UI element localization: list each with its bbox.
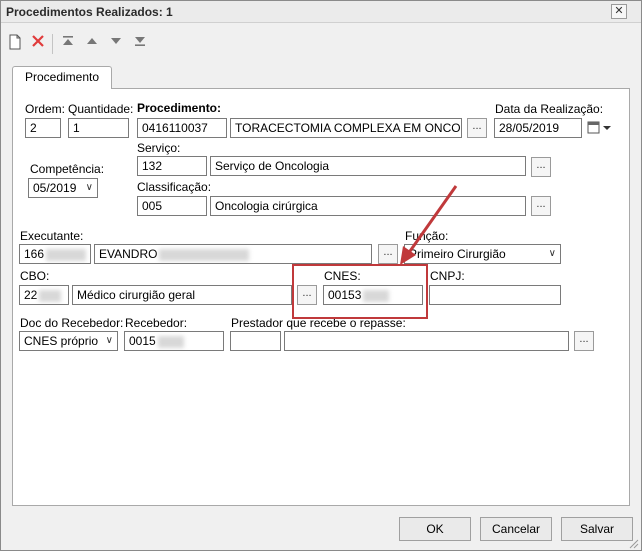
competencia-select[interactable]: 05/2019 ∨ bbox=[28, 178, 98, 198]
cbo-code-value: 22 bbox=[24, 288, 38, 302]
servico-description-field[interactable]: Serviço de Oncologia bbox=[210, 156, 526, 176]
data-realizacao-field[interactable]: 28/05/2019 bbox=[494, 118, 582, 138]
move-down-icon[interactable] bbox=[107, 34, 125, 52]
move-last-icon bbox=[135, 37, 145, 46]
move-first-icon[interactable] bbox=[59, 34, 77, 52]
cbo-code-field[interactable]: 22 bbox=[19, 285, 69, 305]
quantidade-field[interactable]: 1 bbox=[68, 118, 129, 138]
move-first-icon bbox=[63, 36, 73, 45]
ordem-field[interactable]: 2 bbox=[25, 118, 61, 138]
chevron-down-icon: ∨ bbox=[105, 335, 113, 346]
save-button[interactable]: Salvar bbox=[561, 517, 633, 541]
procedimento-description-field[interactable]: TORACECTOMIA COMPLEXA EM ONCOLOGIA bbox=[230, 118, 462, 138]
redacted-region bbox=[46, 248, 87, 261]
window-title: Procedimentos Realizados: 1 bbox=[6, 5, 173, 19]
competencia-value: 05/2019 bbox=[33, 181, 77, 195]
redacted-region bbox=[159, 248, 250, 261]
classificacao-code-field[interactable]: 005 bbox=[137, 196, 207, 216]
competencia-label: Competência: bbox=[30, 162, 105, 176]
classificacao-description-field[interactable]: Oncologia cirúrgica bbox=[210, 196, 526, 216]
servico-label: Serviço: bbox=[137, 141, 181, 155]
recebedor-value: 0015 bbox=[129, 334, 156, 348]
procedimento-lookup-button[interactable]: ... bbox=[467, 118, 487, 138]
move-down-icon bbox=[111, 38, 121, 44]
executante-label: Executante: bbox=[20, 229, 84, 243]
cbo-label: CBO: bbox=[20, 269, 50, 283]
new-document-icon bbox=[9, 34, 21, 50]
new-document-icon[interactable] bbox=[6, 34, 24, 52]
cnpj-field[interactable] bbox=[429, 285, 561, 305]
tab-procedimento[interactable]: Procedimento bbox=[12, 66, 112, 89]
prestador-name-field[interactable] bbox=[284, 331, 569, 351]
prestador-lookup-button[interactable]: ... bbox=[574, 331, 594, 351]
close-button[interactable]: ✕ bbox=[611, 4, 627, 19]
resize-grip-icon bbox=[629, 539, 639, 549]
delete-icon bbox=[32, 35, 44, 47]
move-last-icon[interactable] bbox=[131, 34, 149, 52]
cbo-description-field[interactable]: Médico cirurgião geral bbox=[72, 285, 292, 305]
executante-code-value: 166 bbox=[24, 247, 45, 261]
executante-name-value: EVANDRO bbox=[99, 247, 158, 261]
redacted-region bbox=[39, 289, 62, 302]
delete-icon[interactable] bbox=[29, 34, 47, 52]
data-realizacao-label: Data da Realização: bbox=[495, 102, 604, 116]
chevron-down-icon: ∨ bbox=[548, 248, 556, 259]
chevron-down-icon: ∨ bbox=[85, 182, 93, 193]
recebedor-field[interactable]: 0015 bbox=[124, 331, 224, 351]
cancel-button[interactable]: Cancelar bbox=[480, 517, 552, 541]
ordem-label: Ordem: bbox=[25, 102, 66, 116]
move-up-icon[interactable] bbox=[83, 34, 101, 52]
recebedor-label: Recebedor: bbox=[125, 316, 188, 330]
redacted-region bbox=[157, 335, 184, 348]
quantidade-label: Quantidade: bbox=[68, 102, 134, 116]
prestador-code-field[interactable] bbox=[230, 331, 281, 351]
executante-code-field[interactable]: 166 bbox=[19, 244, 91, 264]
annotation-arrow-icon bbox=[400, 185, 458, 265]
toolbar-separator bbox=[52, 34, 53, 54]
annotation-highlight-box bbox=[292, 264, 428, 319]
doc-recebedor-label: Doc do Recebedor: bbox=[20, 316, 124, 330]
classificacao-label: Classificação: bbox=[137, 180, 212, 194]
calendar-icon[interactable] bbox=[584, 118, 616, 138]
move-up-icon bbox=[87, 38, 97, 44]
doc-recebedor-value: CNES próprio bbox=[24, 334, 99, 348]
resize-grip-icon[interactable] bbox=[627, 537, 639, 549]
servico-code-field[interactable]: 132 bbox=[137, 156, 207, 176]
procedimento-code-field[interactable]: 0416110037 bbox=[137, 118, 227, 138]
calendar-icon bbox=[587, 121, 611, 134]
classificacao-lookup-button[interactable]: ... bbox=[531, 196, 551, 216]
ok-button[interactable]: OK bbox=[399, 517, 471, 541]
procedimento-label: Procedimento: bbox=[137, 101, 222, 115]
doc-recebedor-select[interactable]: CNES próprio ∨ bbox=[19, 331, 118, 351]
executante-name-field[interactable]: EVANDRO bbox=[94, 244, 372, 264]
cnpj-label: CNPJ: bbox=[430, 269, 465, 283]
servico-lookup-button[interactable]: ... bbox=[531, 157, 551, 177]
